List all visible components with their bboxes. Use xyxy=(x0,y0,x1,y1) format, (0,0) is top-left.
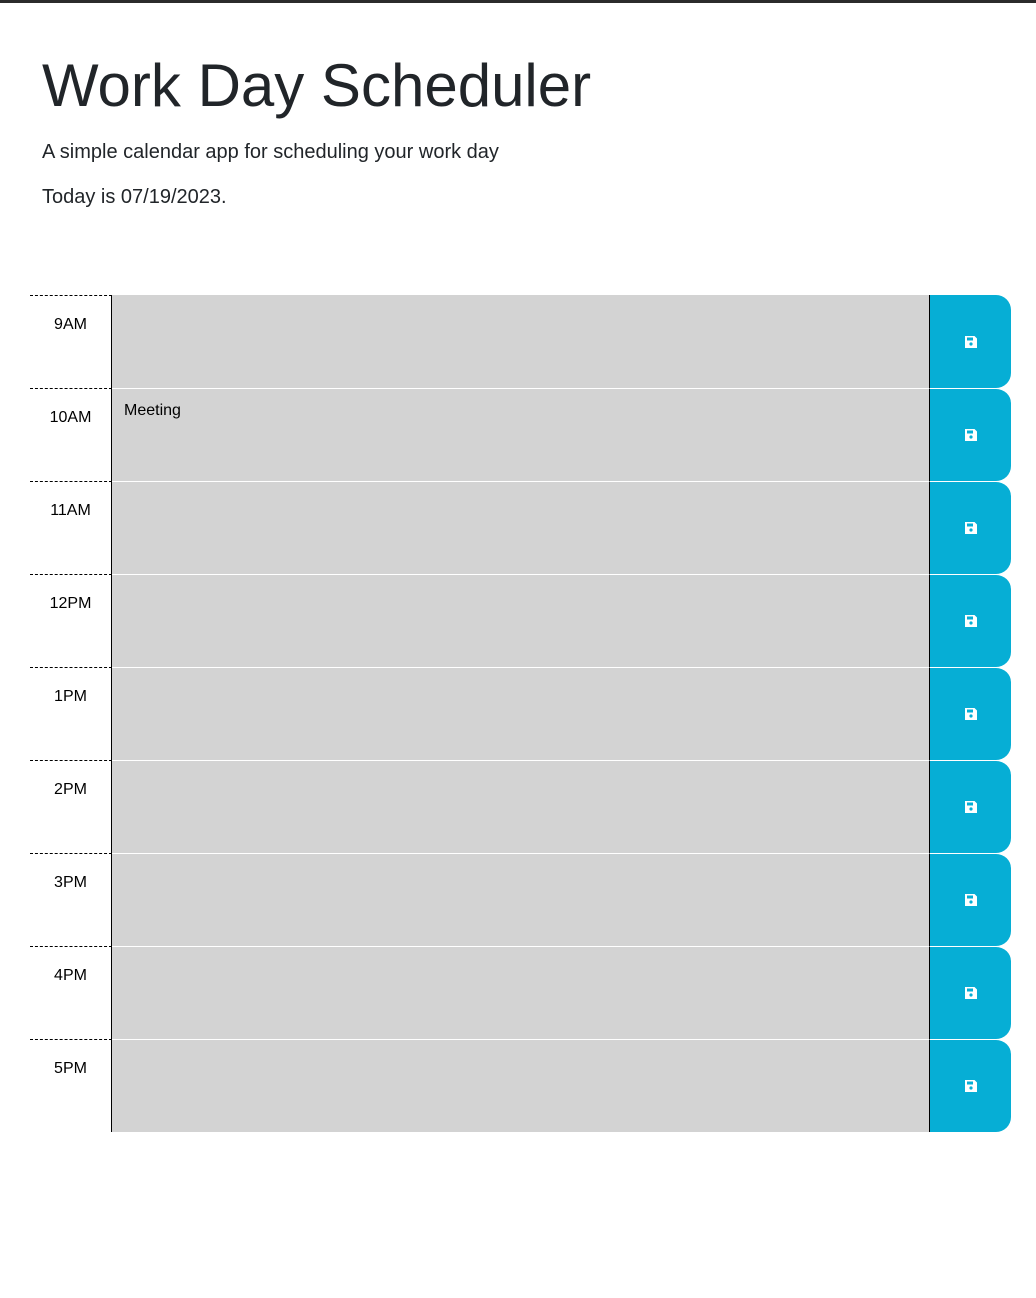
description-textarea[interactable] xyxy=(112,295,929,388)
save-button[interactable] xyxy=(929,388,1011,481)
hour-label: 10AM xyxy=(30,388,112,481)
hour-label: 1PM xyxy=(30,667,112,760)
time-block-5pm: 5PM xyxy=(30,1039,1011,1132)
floppy-disk-icon xyxy=(964,614,978,628)
description-textarea[interactable] xyxy=(112,481,929,574)
hour-label: 5PM xyxy=(30,1039,112,1132)
description-textarea[interactable] xyxy=(112,667,929,760)
description-textarea[interactable] xyxy=(112,946,929,1039)
save-button[interactable] xyxy=(929,760,1011,853)
hour-label: 3PM xyxy=(30,853,112,946)
time-block-11am: 11AM xyxy=(30,481,1011,574)
hour-label: 12PM xyxy=(30,574,112,667)
schedule-container: 9AM 10AM Meeting 11AM 12PM 1PM 2PM 3PM 4… xyxy=(30,295,1011,1132)
time-block-10am: 10AM Meeting xyxy=(30,388,1011,481)
time-block-1pm: 1PM xyxy=(30,667,1011,760)
hour-label: 2PM xyxy=(30,760,112,853)
floppy-disk-icon xyxy=(964,1079,978,1093)
description-textarea[interactable] xyxy=(112,853,929,946)
page-header: Work Day Scheduler A simple calendar app… xyxy=(42,52,992,209)
save-button[interactable] xyxy=(929,574,1011,667)
save-button[interactable] xyxy=(929,853,1011,946)
time-block-12pm: 12PM xyxy=(30,574,1011,667)
floppy-disk-icon xyxy=(964,521,978,535)
page-title: Work Day Scheduler xyxy=(42,52,592,119)
hour-label: 9AM xyxy=(30,295,112,388)
save-button[interactable] xyxy=(929,667,1011,760)
save-button[interactable] xyxy=(929,481,1011,574)
floppy-disk-icon xyxy=(964,986,978,1000)
hour-label: 4PM xyxy=(30,946,112,1039)
page-subtitle: A simple calendar app for scheduling you… xyxy=(42,141,499,163)
save-button[interactable] xyxy=(929,295,1011,388)
current-day: Today is 07/19/2023. xyxy=(42,186,227,208)
floppy-disk-icon xyxy=(964,335,978,349)
description-textarea[interactable] xyxy=(112,760,929,853)
description-textarea[interactable]: Meeting xyxy=(112,388,929,481)
hour-label: 11AM xyxy=(30,481,112,574)
description-textarea[interactable] xyxy=(112,574,929,667)
save-button[interactable] xyxy=(929,946,1011,1039)
floppy-disk-icon xyxy=(964,893,978,907)
time-block-2pm: 2PM xyxy=(30,760,1011,853)
top-border xyxy=(0,0,1036,3)
floppy-disk-icon xyxy=(964,707,978,721)
time-block-4pm: 4PM xyxy=(30,946,1011,1039)
time-block-9am: 9AM xyxy=(30,295,1011,388)
floppy-disk-icon xyxy=(964,428,978,442)
floppy-disk-icon xyxy=(964,800,978,814)
save-button[interactable] xyxy=(929,1039,1011,1132)
description-textarea[interactable] xyxy=(112,1039,929,1132)
time-block-3pm: 3PM xyxy=(30,853,1011,946)
